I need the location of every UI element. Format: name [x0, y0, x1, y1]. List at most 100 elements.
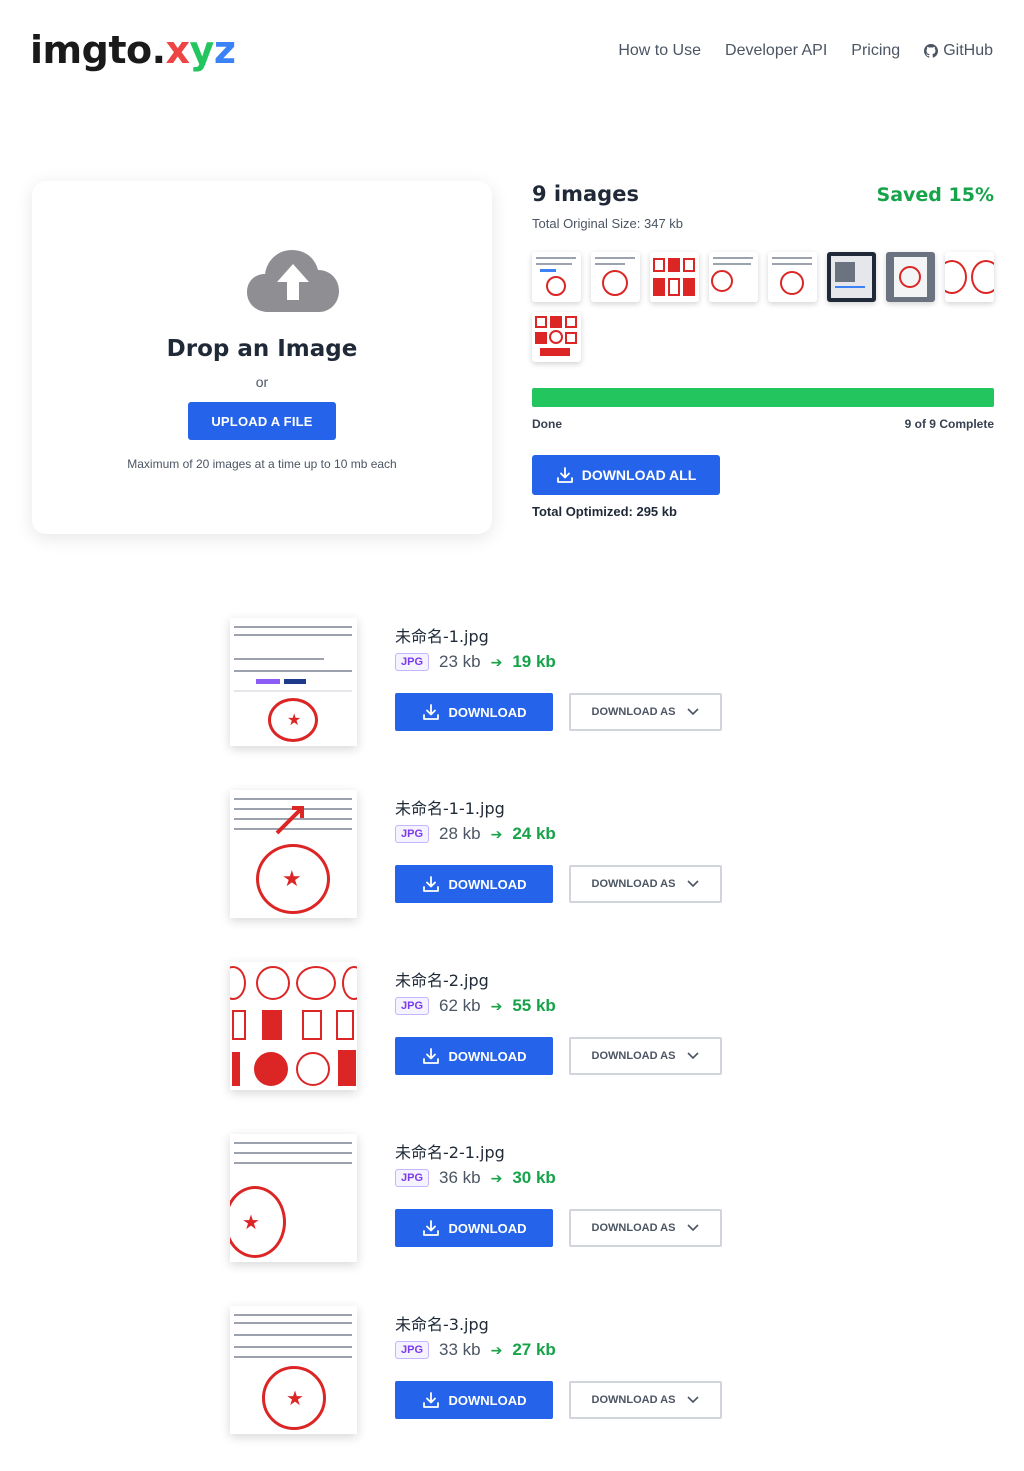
chevron-down-icon [687, 1396, 700, 1404]
download-as-label: DOWNLOAD AS [591, 1222, 676, 1234]
upload-dropzone[interactable]: Drop an Image or UPLOAD A FILE Maximum o… [32, 181, 492, 534]
download-icon [556, 467, 573, 483]
chevron-down-icon [687, 1224, 700, 1232]
progress-count: 9 of 9 Complete [904, 417, 994, 431]
upload-limit-text: Maximum of 20 images at a time up to 10 … [127, 457, 397, 471]
original-size: 23 kb [439, 652, 481, 671]
nav-github[interactable]: GitHub [924, 42, 993, 60]
download-label: DOWNLOAD [448, 1220, 527, 1236]
download-button[interactable]: DOWNLOAD [395, 1209, 553, 1247]
file-type-badge: JPG [395, 1341, 430, 1359]
saved-percent: Saved 15% [876, 184, 994, 206]
thumbnail[interactable] [945, 252, 994, 302]
drop-title: Drop an Image [166, 336, 358, 362]
chevron-down-icon [687, 1052, 700, 1060]
file-row: ★ 未命名-3.jpg JPG 33 kb ➔ 27 kb DOWNLOAD D… [230, 1306, 750, 1436]
file-name: 未命名-3.jpg [395, 1315, 489, 1334]
logo-main: imgto. [30, 28, 166, 72]
download-as-dropdown[interactable]: DOWNLOAD AS [569, 1037, 722, 1075]
file-type-badge: JPG [395, 825, 430, 843]
download-icon [422, 1392, 439, 1408]
download-as-label: DOWNLOAD AS [591, 878, 676, 890]
original-size: 28 kb [439, 824, 481, 843]
download-button[interactable]: DOWNLOAD [395, 865, 553, 903]
file-thumbnail: ★ [230, 1134, 357, 1262]
total-original-size: Total Original Size: 347 kb [532, 216, 684, 231]
logo[interactable]: imgto.xyz [30, 28, 236, 72]
download-all-button[interactable]: DOWNLOAD ALL [532, 455, 720, 495]
download-icon [422, 1048, 439, 1064]
download-icon [422, 704, 439, 720]
file-name: 未命名-1-1.jpg [395, 799, 505, 818]
logo-y: y [189, 28, 215, 72]
thumbnail[interactable] [827, 252, 876, 302]
file-row: ★ 未命名-1.jpg JPG 23 kb ➔ 19 kb DOWNLOAD D… [230, 618, 750, 748]
progress-bar [532, 388, 994, 407]
progress-fill [532, 388, 994, 407]
logo-x: x [165, 28, 191, 72]
optimized-size: 30 kb [512, 1168, 556, 1187]
download-as-label: DOWNLOAD AS [591, 1394, 676, 1406]
optimized-size: 27 kb [512, 1340, 556, 1359]
progress-status: Done [532, 417, 562, 431]
file-size-line: JPG 62 kb ➔ 55 kb [395, 996, 556, 1016]
file-size-line: JPG 23 kb ➔ 19 kb [395, 652, 556, 672]
thumbnail[interactable] [768, 252, 817, 302]
download-button[interactable]: DOWNLOAD [395, 693, 553, 731]
arrow-right-icon: ➔ [490, 653, 503, 670]
file-thumbnail: ★ [230, 618, 357, 746]
thumbnail[interactable] [591, 252, 640, 302]
nav-developer-api[interactable]: Developer API [725, 42, 827, 60]
download-label: DOWNLOAD [448, 1048, 527, 1064]
file-row: ★ 未命名-2-1.jpg JPG 36 kb ➔ 30 kb DOWNLOAD… [230, 1134, 750, 1264]
file-name: 未命名-2.jpg [395, 971, 489, 990]
image-count: 9 images [532, 182, 639, 206]
thumbnail[interactable] [886, 252, 935, 302]
download-as-label: DOWNLOAD AS [591, 706, 676, 718]
original-size: 33 kb [439, 1340, 481, 1359]
file-thumbnail: ★ [230, 790, 357, 918]
file-type-badge: JPG [395, 997, 430, 1015]
optimized-size: 24 kb [512, 824, 556, 843]
logo-z: z [213, 28, 236, 72]
optimized-size: 19 kb [512, 652, 556, 671]
download-label: DOWNLOAD [448, 1392, 527, 1408]
cloud-upload-icon [247, 250, 339, 312]
download-as-dropdown[interactable]: DOWNLOAD AS [569, 865, 722, 903]
arrow-right-icon: ➔ [490, 825, 503, 842]
file-type-badge: JPG [395, 1169, 430, 1187]
download-as-dropdown[interactable]: DOWNLOAD AS [569, 1381, 722, 1419]
file-size-line: JPG 28 kb ➔ 24 kb [395, 824, 556, 844]
file-name: 未命名-2-1.jpg [395, 1143, 505, 1162]
github-icon [924, 44, 939, 58]
download-all-label: DOWNLOAD ALL [581, 467, 697, 483]
upload-file-button[interactable]: UPLOAD A FILE [188, 402, 336, 440]
original-size: 62 kb [439, 996, 481, 1015]
file-thumbnail: ★ [230, 1306, 357, 1434]
thumbnail[interactable] [650, 252, 699, 302]
file-row: ★ 未命名-1-1.jpg JPG 28 kb ➔ 24 kb DOWNLOAD… [230, 790, 750, 920]
file-row: 未命名-2.jpg JPG 62 kb ➔ 55 kb DOWNLOAD DOW… [230, 962, 750, 1092]
total-optimized: Total Optimized: 295 kb [532, 504, 677, 519]
thumbnail-strip [532, 252, 1002, 362]
thumbnail[interactable] [532, 312, 581, 362]
nav-how-to-use[interactable]: How to Use [618, 42, 701, 60]
download-as-label: DOWNLOAD AS [591, 1050, 676, 1062]
thumbnail[interactable] [532, 252, 581, 302]
file-size-line: JPG 33 kb ➔ 27 kb [395, 1340, 556, 1360]
download-icon [422, 1220, 439, 1236]
download-button[interactable]: DOWNLOAD [395, 1037, 553, 1075]
download-button[interactable]: DOWNLOAD [395, 1381, 553, 1419]
file-type-badge: JPG [395, 653, 430, 671]
download-as-dropdown[interactable]: DOWNLOAD AS [569, 1209, 722, 1247]
nav-pricing[interactable]: Pricing [851, 42, 900, 60]
top-nav: How to Use Developer API Pricing GitHub [618, 42, 993, 60]
thumbnail[interactable] [709, 252, 758, 302]
download-as-dropdown[interactable]: DOWNLOAD AS [569, 693, 722, 731]
arrow-right-icon: ➔ [490, 1341, 503, 1358]
arrow-right-icon: ➔ [490, 997, 503, 1014]
chevron-down-icon [687, 880, 700, 888]
original-size: 36 kb [439, 1168, 481, 1187]
optimized-size: 55 kb [512, 996, 556, 1015]
download-label: DOWNLOAD [448, 704, 527, 720]
